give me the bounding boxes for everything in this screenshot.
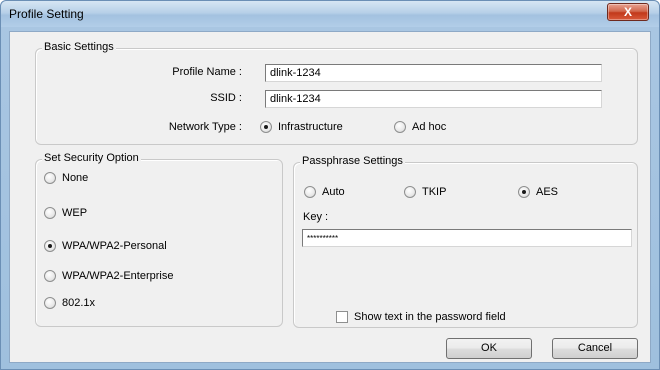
- basic-settings-group: Basic Settings Profile Name : SSID : Net…: [35, 41, 638, 145]
- ok-button-label: OK: [481, 342, 497, 354]
- radio-unchecked-icon: [44, 297, 56, 309]
- network-type-adhoc-radio[interactable]: Ad hoc: [394, 121, 446, 133]
- cancel-button[interactable]: Cancel: [552, 338, 638, 359]
- window-title: Profile Setting: [9, 7, 84, 21]
- cipher-aes-radio[interactable]: AES: [518, 186, 558, 198]
- title-bar[interactable]: Profile Setting X: [1, 1, 659, 27]
- security-wpa-enterprise-radio[interactable]: WPA/WPA2-Enterprise: [44, 270, 173, 282]
- security-option-group: Set Security Option None WEP WPA/WPA2-Pe…: [35, 152, 283, 327]
- key-input[interactable]: [302, 229, 632, 247]
- passphrase-settings-group: Passphrase Settings Auto TKIP AES Key : …: [293, 155, 638, 328]
- radio-unchecked-icon: [404, 186, 416, 198]
- basic-settings-legend: Basic Settings: [42, 41, 116, 53]
- radio-unchecked-icon: [44, 270, 56, 282]
- security-wpa-personal-radio[interactable]: WPA/WPA2-Personal: [44, 240, 167, 252]
- dialog-client-area: Basic Settings Profile Name : SSID : Net…: [9, 31, 651, 363]
- radio-label: WPA/WPA2-Enterprise: [62, 270, 174, 282]
- security-8021x-radio[interactable]: 802.1x: [44, 297, 95, 309]
- ok-button[interactable]: OK: [446, 338, 532, 359]
- security-none-radio[interactable]: None: [44, 172, 88, 184]
- radio-unchecked-icon: [44, 207, 56, 219]
- profile-name-input[interactable]: [265, 64, 602, 82]
- network-type-label: Network Type :: [168, 121, 242, 133]
- radio-label: WPA/WPA2-Personal: [62, 240, 167, 252]
- profile-name-label: Profile Name :: [172, 66, 242, 78]
- radio-label: AES: [536, 186, 559, 198]
- key-label: Key :: [303, 211, 329, 223]
- ssid-label: SSID :: [210, 92, 242, 104]
- radio-label: WEP: [62, 207, 88, 219]
- radio-label: Infrastructure: [278, 121, 343, 133]
- radio-label: 802.1x: [62, 297, 96, 309]
- cancel-button-label: Cancel: [577, 342, 613, 354]
- security-option-legend: Set Security Option: [42, 152, 141, 164]
- show-text-checkbox[interactable]: Show text in the password field: [336, 311, 506, 323]
- network-type-infrastructure-radio[interactable]: Infrastructure: [260, 121, 343, 133]
- radio-unchecked-icon: [394, 121, 406, 133]
- cipher-tkip-radio[interactable]: TKIP: [404, 186, 446, 198]
- security-wep-radio[interactable]: WEP: [44, 207, 87, 219]
- radio-label: TKIP: [422, 186, 447, 198]
- profile-setting-window: Profile Setting X Basic Settings Profile…: [0, 0, 660, 370]
- radio-checked-icon: [260, 121, 272, 133]
- radio-label: None: [62, 172, 89, 184]
- ssid-input[interactable]: [265, 90, 602, 108]
- close-button[interactable]: X: [607, 3, 649, 21]
- passphrase-settings-legend: Passphrase Settings: [300, 155, 405, 167]
- radio-label: Ad hoc: [412, 121, 447, 133]
- checkbox-label: Show text in the password field: [354, 311, 506, 323]
- radio-checked-icon: [44, 240, 56, 252]
- cipher-auto-radio[interactable]: Auto: [304, 186, 345, 198]
- checkbox-unchecked-icon: [336, 311, 348, 323]
- radio-unchecked-icon: [304, 186, 316, 198]
- close-icon: X: [623, 5, 632, 19]
- radio-unchecked-icon: [44, 172, 56, 184]
- radio-label: Auto: [322, 186, 345, 198]
- radio-checked-icon: [518, 186, 530, 198]
